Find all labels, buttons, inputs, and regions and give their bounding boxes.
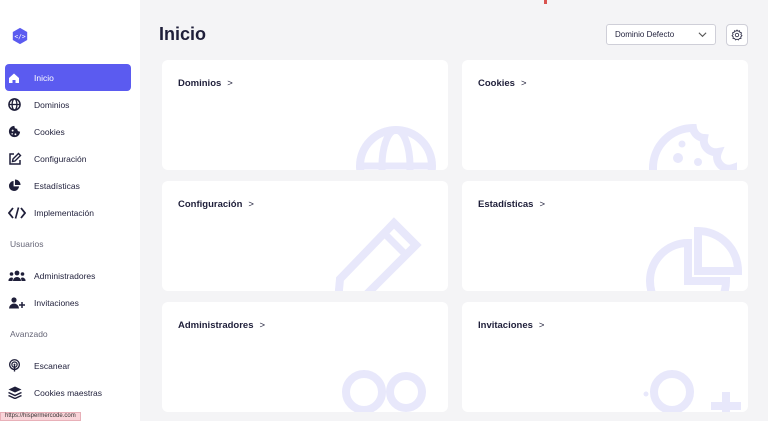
domain-select-value: Dominio Defecto <box>615 30 675 39</box>
scan-icon <box>8 359 28 373</box>
sidebar-item-escanear[interactable]: Escanear <box>5 352 131 379</box>
card-title-text: Estadísticas <box>478 199 534 210</box>
sidebar-item-estadisticas[interactable]: Estadísticas <box>5 172 131 199</box>
sidebar-item-administradores[interactable]: Administradores <box>5 262 131 289</box>
sidebar-item-invitaciones[interactable]: Invitaciones <box>5 289 131 316</box>
sidebar-item-dominios[interactable]: Dominios <box>5 91 131 118</box>
sidebar-item-label: Dominios <box>34 99 70 110</box>
sidebar-item-label: Inicio <box>34 72 54 83</box>
card-dominios[interactable]: Dominios > <box>162 60 448 170</box>
sidebar-item-label: Escanear <box>34 360 70 371</box>
gear-icon <box>731 29 743 41</box>
sidebar: </> Inicio Dominios Cookies Configuració… <box>0 0 140 421</box>
card-title: Administradores > <box>178 320 265 331</box>
user-plus-icon <box>8 296 28 310</box>
status-url-tooltip: https://hispermercode.com <box>0 412 81 421</box>
card-title-text: Configuración <box>178 199 243 210</box>
chevron-right-icon: > <box>538 320 545 331</box>
card-estadisticas[interactable]: Estadísticas > <box>462 181 748 291</box>
sidebar-item-cookies-maestras[interactable]: Cookies maestras <box>5 379 131 406</box>
card-configuracion[interactable]: Configuración > <box>162 181 448 291</box>
app-logo-icon[interactable]: </> <box>11 27 29 45</box>
globe-icon <box>8 98 28 112</box>
users-icon <box>8 269 28 283</box>
card-title: Configuración > <box>178 199 254 210</box>
sidebar-section-avanzado: Avanzado <box>10 329 48 339</box>
edit-icon <box>334 217 422 291</box>
cookie-icon <box>649 123 738 170</box>
sidebar-item-label: Administradores <box>34 270 96 281</box>
chevron-right-icon: > <box>259 320 266 331</box>
edit-icon <box>8 152 28 166</box>
code-icon <box>8 206 28 220</box>
main-content: Inicio Dominio Defecto Dominios > Cookie… <box>140 0 768 421</box>
svg-text:</>: </> <box>14 34 26 41</box>
cookie-icon <box>8 125 28 139</box>
card-title-text: Cookies <box>478 78 515 89</box>
card-title: Cookies > <box>478 78 527 89</box>
card-invitaciones[interactable]: Invitaciones > <box>462 302 748 412</box>
card-title-text: Dominios <box>178 78 222 89</box>
chevron-right-icon: > <box>520 78 527 89</box>
sidebar-item-label: Implementación <box>34 207 95 218</box>
card-cookies[interactable]: Cookies > <box>462 60 748 170</box>
pie-chart-icon <box>646 226 743 291</box>
domain-select[interactable]: Dominio Defecto <box>606 24 716 45</box>
sidebar-item-inicio[interactable]: Inicio <box>5 64 131 91</box>
sidebar-item-label: Configuración <box>34 153 87 164</box>
sidebar-item-label: Cookies maestras <box>34 387 103 398</box>
sidebar-item-label: Invitaciones <box>34 297 79 308</box>
card-title: Estadísticas > <box>478 199 545 210</box>
sidebar-nav: Inicio Dominios Cookies Configuración Es… <box>5 64 131 406</box>
sidebar-item-label: Cookies <box>34 126 65 137</box>
card-administradores[interactable]: Administradores > <box>162 302 448 412</box>
sidebar-item-cookies[interactable]: Cookies <box>5 118 131 145</box>
page-title: Inicio <box>159 24 207 44</box>
layers-icon <box>8 386 28 400</box>
users-icon <box>342 370 426 412</box>
sidebar-item-configuracion[interactable]: Configuración <box>5 145 131 172</box>
sidebar-section-usuarios: Usuarios <box>10 239 44 249</box>
home-icon <box>8 71 28 85</box>
chevron-right-icon: > <box>539 199 546 210</box>
pie-chart-icon <box>8 179 28 193</box>
card-title-text: Administradores <box>178 320 254 331</box>
user-plus-icon <box>643 370 741 412</box>
globe-icon <box>356 126 436 170</box>
sidebar-item-implementacion[interactable]: Implementación <box>5 199 131 226</box>
card-title-text: Invitaciones <box>478 320 533 331</box>
card-title: Invitaciones > <box>478 320 544 331</box>
sidebar-item-label: Estadísticas <box>34 180 80 191</box>
card-title: Dominios > <box>178 78 233 89</box>
chevron-right-icon: > <box>248 199 254 210</box>
settings-button[interactable] <box>726 24 748 46</box>
chevron-down-icon <box>698 30 707 41</box>
decorative-marker <box>544 0 547 4</box>
chevron-right-icon: > <box>227 78 233 89</box>
